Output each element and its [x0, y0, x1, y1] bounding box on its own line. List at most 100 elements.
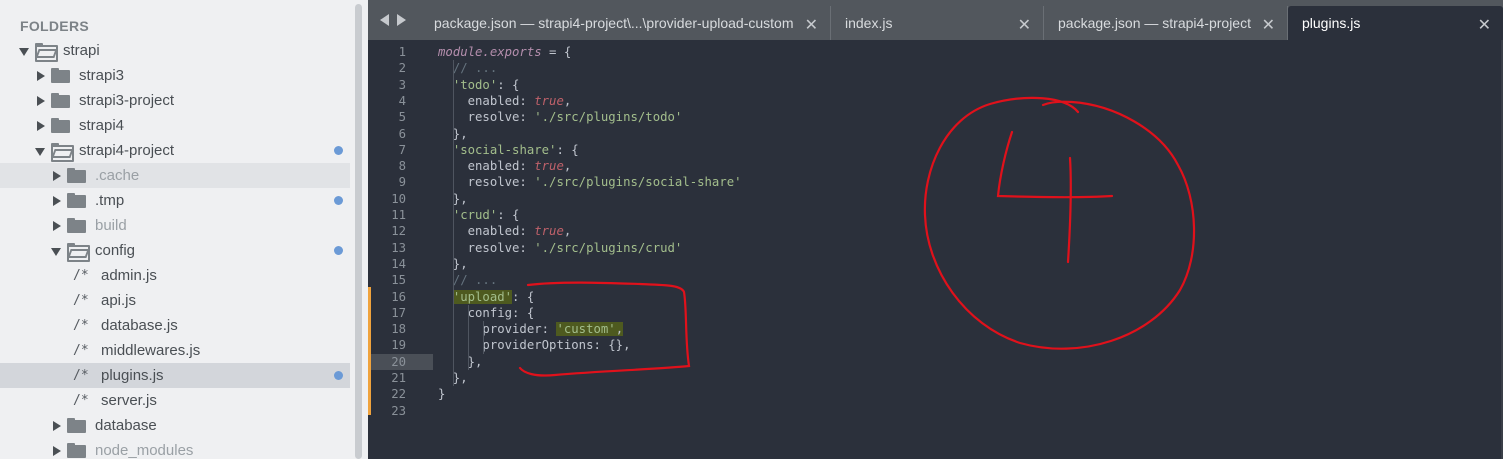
code-line[interactable]: 14 },: [371, 256, 1503, 272]
tab[interactable]: package.json — strapi4-project\...\provi…: [420, 6, 831, 40]
code-line[interactable]: 16 'upload': {: [371, 289, 1503, 305]
tab-label: index.js: [845, 15, 893, 31]
code-line[interactable]: 22}: [371, 386, 1503, 402]
code-line[interactable]: 21 },: [371, 370, 1503, 386]
code-line[interactable]: 11 'crud': {: [371, 207, 1503, 223]
line-number: 14: [391, 256, 406, 271]
close-icon[interactable]: ✕: [1018, 15, 1031, 35]
tab-scroll-left-icon[interactable]: [380, 14, 389, 26]
tab[interactable]: index.js ✕: [831, 6, 1044, 40]
code-line[interactable]: 13 resolve: './src/plugins/crud': [371, 240, 1503, 256]
code-line[interactable]: 10 },: [371, 191, 1503, 207]
close-icon[interactable]: ✕: [805, 15, 818, 35]
code-line[interactable]: 17 config: {: [371, 305, 1503, 321]
line-number: 23: [391, 403, 406, 418]
line-number: 1: [398, 45, 406, 59]
tree-item[interactable]: build: [0, 213, 350, 238]
code-token: true: [534, 93, 564, 108]
tree-item[interactable]: strapi3: [0, 63, 350, 88]
tree-item[interactable]: /* admin.js: [0, 263, 350, 288]
code-text: }: [438, 386, 445, 402]
tab-label: plugins.js: [1302, 15, 1361, 31]
line-number: 4: [398, 93, 406, 108]
code-line[interactable]: 23: [371, 403, 1503, 419]
disclosure-right-icon[interactable]: [51, 420, 61, 431]
tree-item[interactable]: .cache: [0, 163, 350, 188]
disclosure-right-icon[interactable]: [35, 70, 45, 81]
line-number: 2: [398, 61, 406, 76]
code-token: = {: [541, 45, 572, 59]
disclosure-down-icon[interactable]: [19, 46, 29, 56]
code-token: ,: [615, 322, 624, 337]
folder-icon: [51, 93, 70, 108]
tree-item[interactable]: .tmp: [0, 188, 350, 213]
tab[interactable]: plugins.js ✕: [1288, 6, 1503, 40]
code-line[interactable]: 4 enabled: true,: [371, 93, 1503, 109]
disclosure-down-icon[interactable]: [35, 146, 45, 156]
code-text: // ...: [438, 272, 497, 288]
tree-item[interactable]: /* api.js: [0, 288, 350, 313]
close-icon[interactable]: ✕: [1478, 15, 1491, 35]
disclosure-right-icon[interactable]: [51, 220, 61, 231]
code-line[interactable]: 5 resolve: './src/plugins/todo': [371, 109, 1503, 125]
tree-item[interactable]: /* middlewares.js: [0, 338, 350, 363]
tab-scroll-right-icon[interactable]: [397, 14, 406, 26]
tree-item[interactable]: strapi4-project: [0, 138, 350, 163]
code-text: resolve: './src/plugins/todo': [438, 109, 683, 125]
indent-guide: [453, 60, 454, 387]
code-line[interactable]: 20 },: [371, 353, 1503, 370]
disclosure-right-icon[interactable]: [35, 95, 45, 106]
tree-item[interactable]: /* database.js: [0, 313, 350, 338]
disclosure-right-icon[interactable]: [35, 120, 45, 131]
sidebar-scrollbar[interactable]: [355, 4, 362, 459]
code-editor[interactable]: 1 module.exports = {2 // ... 3 'todo': {4 …: [371, 40, 1503, 459]
code-line[interactable]: 15 // ...: [371, 272, 1503, 288]
tree-item[interactable]: /* plugins.js: [0, 363, 350, 388]
code-token: ,: [563, 159, 572, 174]
modified-dot-icon: [334, 146, 343, 155]
code-text: providerOptions: {},: [438, 337, 630, 353]
line-number: 5: [398, 110, 406, 125]
tree-item[interactable]: strapi3-project: [0, 88, 350, 113]
code-text: 'todo': {: [438, 77, 520, 93]
code-token: // ...: [452, 273, 498, 288]
disclosure-right-icon[interactable]: [51, 195, 61, 206]
code-line[interactable]: 19 providerOptions: {},: [371, 337, 1503, 353]
file-icon: /*: [73, 268, 89, 283]
disclosure-right-icon[interactable]: [51, 170, 61, 181]
tree-item[interactable]: database: [0, 413, 350, 438]
tree-item[interactable]: /* server.js: [0, 388, 350, 413]
code-line[interactable]: 9 resolve: './src/plugins/social-share': [371, 174, 1503, 190]
code-line[interactable]: 8 enabled: true,: [371, 158, 1503, 174]
disclosure-right-icon[interactable]: [51, 445, 61, 456]
code-line[interactable]: 18 provider: 'custom',: [371, 321, 1503, 337]
folder-icon: [67, 218, 86, 233]
code-line[interactable]: 12 enabled: true,: [371, 223, 1503, 239]
code-line[interactable]: 6 },: [371, 126, 1503, 142]
tab-bar: package.json — strapi4-project\...\provi…: [368, 0, 1503, 40]
tab[interactable]: package.json — strapi4-project ✕: [1044, 6, 1288, 40]
line-number: 15: [391, 273, 406, 288]
code-line[interactable]: 2 // ...: [371, 60, 1503, 76]
tree-item[interactable]: strapi4: [0, 113, 350, 138]
code-token: }: [438, 387, 446, 402]
close-icon[interactable]: ✕: [1262, 15, 1275, 35]
line-number: 19: [391, 338, 406, 353]
code-text: // ...: [438, 60, 497, 76]
code-token: 'crud': [452, 208, 498, 222]
tree-item[interactable]: config: [0, 238, 350, 263]
code-text: 'crud': {: [438, 207, 520, 223]
code-line[interactable]: 1 module.exports = {: [371, 44, 1503, 60]
line-number: 13: [391, 240, 406, 255]
code-line[interactable]: 7 'social-share': {: [371, 142, 1503, 158]
modified-dot-icon: [334, 371, 343, 380]
line-number: 9: [398, 175, 406, 190]
tree-item[interactable]: node_modules: [0, 438, 350, 459]
disclosure-down-icon[interactable]: [51, 246, 61, 256]
line-number: 7: [398, 142, 406, 157]
line-number: 6: [398, 126, 406, 141]
code-line[interactable]: 3 'todo': {: [371, 77, 1503, 93]
tree-item[interactable]: strapi: [0, 38, 350, 63]
file-icon: /*: [73, 293, 89, 308]
